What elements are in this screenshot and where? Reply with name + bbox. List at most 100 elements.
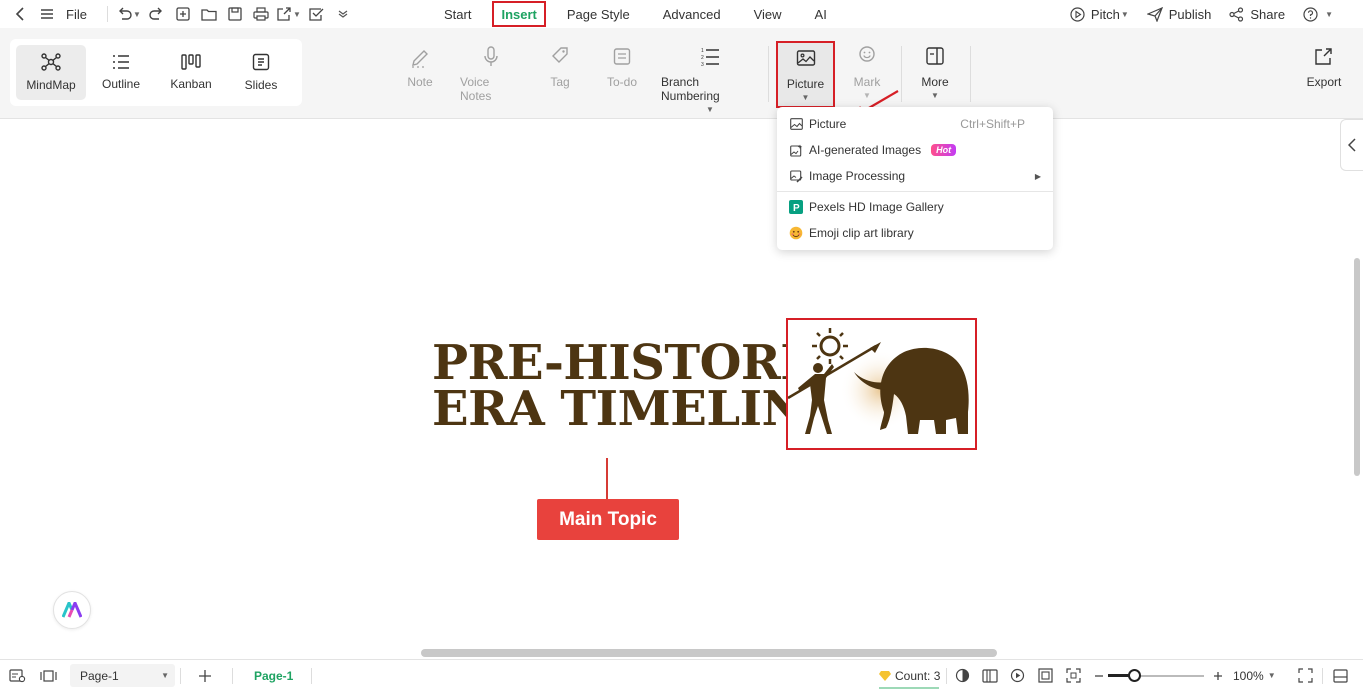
divider [232, 668, 233, 684]
chevron-down-icon[interactable] [332, 3, 354, 25]
zoom-slider-handle[interactable] [1128, 669, 1142, 682]
more-button[interactable]: More ▼ [921, 46, 949, 100]
pitch-button[interactable]: Pitch ▼ [1070, 7, 1129, 22]
collapse-side-panel-button[interactable] [1340, 119, 1363, 171]
more-panel-icon [926, 47, 944, 65]
undo-icon[interactable]: ▼ [116, 3, 142, 25]
chevron-down-icon: ▼ [161, 671, 169, 680]
zoom-out-button[interactable] [1094, 660, 1104, 691]
inserted-picture[interactable] [786, 318, 977, 450]
menu-item-picture[interactable]: Picture Ctrl+Shift+P [777, 112, 1053, 136]
zoom-level-value: 100% [1233, 668, 1264, 683]
redo-icon[interactable] [146, 3, 168, 25]
shortcut-text: Ctrl+Shift+P [960, 117, 1025, 131]
ribbon: MindMap Outline Kanban Slides Note Voice… [0, 28, 1363, 119]
hamburger-menu-icon[interactable] [36, 3, 58, 25]
help-icon [1303, 6, 1318, 22]
share-button[interactable]: Share [1229, 7, 1285, 22]
image-icon [796, 50, 815, 66]
view-mindmap-button[interactable]: MindMap [16, 45, 86, 100]
file-menu[interactable]: File [66, 7, 87, 22]
checklist-icon [613, 48, 631, 65]
menu-item-emoji-clipart[interactable]: Emoji clip art library [777, 221, 1053, 245]
tag-button[interactable]: Tag [549, 46, 571, 89]
ai-logo-icon [62, 602, 82, 618]
export-button[interactable]: Export [1306, 46, 1342, 89]
voice-notes-label: Voice Notes [460, 75, 492, 103]
topic-title-image[interactable]: PRE-HISTORIC ERA TIMELINE [432, 335, 841, 433]
export-label: Export [1306, 75, 1342, 89]
theme-button[interactable] [955, 660, 970, 691]
diamond-icon [879, 670, 891, 681]
open-folder-icon[interactable] [198, 3, 220, 25]
expand-corners-icon [1066, 668, 1081, 683]
task-check-icon[interactable] [306, 3, 328, 25]
page-tab-1[interactable]: Page-1 [254, 660, 293, 691]
new-file-icon[interactable] [172, 3, 194, 25]
publish-button[interactable]: Publish [1146, 6, 1211, 22]
tab-ai[interactable]: AI [803, 1, 839, 27]
help-button[interactable]: ▼ [1303, 6, 1333, 22]
vertical-scrollbar[interactable] [1354, 258, 1360, 476]
picture-tool-inner: Picture ▼ [785, 48, 826, 102]
slides-icon [252, 53, 270, 71]
chevron-left-icon [1348, 138, 1356, 152]
status-bar: Page-1 ▼ Page-1 Count: 3 100% ▼ [0, 659, 1363, 690]
ai-assistant-button[interactable] [53, 591, 91, 629]
view-kanban-button[interactable]: Kanban [156, 45, 226, 100]
fit-page-button[interactable] [1038, 660, 1053, 691]
divider [106, 6, 108, 22]
divider [311, 668, 312, 684]
view-outline-button[interactable]: Outline [86, 45, 156, 100]
branch-numbering-button[interactable]: 123 Branch Numbering ▼ [661, 46, 759, 114]
toggle-panel-button[interactable] [1333, 660, 1348, 691]
menu-item-label: Pexels HD Image Gallery [809, 200, 944, 214]
book-view-button[interactable] [982, 660, 998, 691]
branch-numbering-label: Branch Numbering [661, 75, 720, 103]
svg-text:P: P [793, 203, 800, 214]
play-slideshow-button[interactable] [1010, 660, 1025, 691]
divider [1322, 668, 1323, 684]
svg-text:1: 1 [701, 48, 704, 54]
tab-start[interactable]: Start [432, 1, 483, 27]
outline-icon [113, 55, 129, 69]
export-icon [1315, 48, 1332, 65]
print-icon[interactable] [250, 3, 272, 25]
page-selector-dropdown[interactable]: Page-1 ▼ [70, 664, 175, 687]
kanban-icon [181, 54, 201, 70]
tab-advanced[interactable]: Advanced [651, 1, 733, 27]
todo-button[interactable]: To-do [606, 46, 638, 89]
page-thumbnails-button[interactable] [40, 660, 57, 691]
tag-label: Tag [550, 75, 570, 89]
note-button[interactable]: Note [406, 46, 434, 89]
send-icon [1146, 6, 1163, 22]
svg-text:3: 3 [701, 62, 704, 68]
note-label: Note [407, 75, 433, 89]
fullscreen-button[interactable] [1298, 660, 1313, 691]
mammoth-hunter-illustration [788, 328, 969, 434]
page-settings-button[interactable] [9, 660, 26, 691]
add-page-button[interactable] [197, 660, 213, 691]
title-line-1: PRE-HISTORIC [432, 335, 840, 391]
voice-notes-button[interactable]: Voice Notes [460, 46, 522, 103]
menu-item-image-processing[interactable]: Image Processing ▶ [777, 164, 1053, 188]
tab-insert[interactable]: Insert [492, 1, 546, 27]
tab-page-style[interactable]: Page Style [555, 1, 642, 27]
horizontal-scrollbar[interactable] [421, 649, 997, 657]
export-share-icon[interactable]: ▼ [276, 3, 302, 25]
zoom-in-button[interactable] [1213, 660, 1223, 691]
tab-view[interactable]: View [742, 1, 794, 27]
page-settings-icon [9, 668, 26, 682]
note-pencil-icon [412, 50, 428, 68]
fit-width-button[interactable] [1066, 660, 1081, 691]
main-topic-node[interactable]: Main Topic [537, 499, 679, 540]
menu-item-ai-generated-images[interactable]: AI-generated Images Hot [777, 138, 1053, 162]
back-icon[interactable] [10, 3, 32, 25]
zoom-level-dropdown[interactable]: 100% ▼ [1233, 660, 1276, 691]
menu-item-pexels-gallery[interactable]: P Pexels HD Image Gallery [777, 195, 1053, 219]
save-icon[interactable] [224, 3, 246, 25]
picture-button[interactable]: Picture ▼ [776, 41, 835, 108]
theme-contrast-icon [955, 668, 970, 683]
plus-icon [199, 669, 211, 682]
view-slides-button[interactable]: Slides [226, 45, 296, 100]
